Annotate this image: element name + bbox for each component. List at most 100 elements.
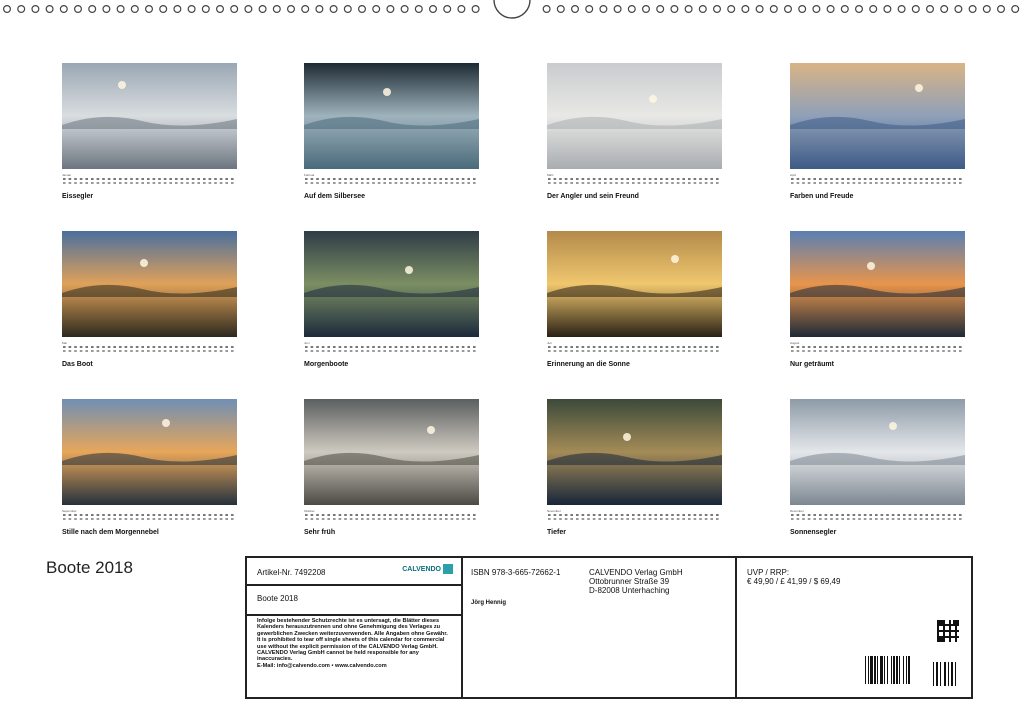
imprint-column-article: Artikel-Nr. 7492208 CALVENDO Boote 2018 …: [247, 558, 463, 697]
day-strip: [548, 514, 719, 520]
author: Jörg Hennig: [471, 600, 507, 606]
binding-hole: [272, 4, 281, 14]
month-page: November Tiefer: [547, 399, 722, 536]
month-page: Februar Auf dem Silbersee: [304, 63, 479, 200]
month-title: Der Angler und sein Freund: [547, 193, 639, 200]
binding-hole: [670, 4, 679, 14]
binding-hole: [542, 4, 551, 14]
binding-hole: [31, 4, 40, 14]
binding-hole: [982, 4, 991, 14]
month-photo: [547, 399, 722, 505]
binding-hole: [244, 4, 253, 14]
binding-hole: [230, 4, 239, 14]
binding-hole: [897, 4, 906, 14]
binding-hole: [656, 4, 665, 14]
month-page: März Der Angler und sein Freund: [547, 63, 722, 200]
binding-hole: [854, 4, 863, 14]
month-label: Juli: [547, 341, 552, 345]
month-label: Januar: [62, 173, 72, 177]
day-strip: [305, 514, 476, 520]
month-title: Tiefer: [547, 529, 566, 536]
binding-hole: [45, 4, 54, 14]
month-photo: [790, 231, 965, 337]
month-label: Dezember: [790, 509, 804, 513]
qr-code-icon: [937, 620, 959, 642]
imprint-column-publisher: ISBN 978-3-665-72662-1 Jörg Hennig CALVE…: [463, 558, 737, 697]
addon-barcode-icon: [933, 662, 956, 686]
binding-hole: [287, 4, 296, 14]
day-strip: [63, 178, 234, 184]
month-page: Juni Morgenboote: [304, 231, 479, 368]
binding-hole: [343, 4, 352, 14]
day-strip: [305, 178, 476, 184]
binding-hole: [1011, 4, 1020, 14]
binding-hole: [741, 4, 750, 14]
month-page: Mai Das Boot: [62, 231, 237, 368]
binding-hole: [641, 4, 650, 14]
month-label: April: [790, 173, 797, 177]
binding-hole: [17, 4, 26, 14]
day-strip: [63, 346, 234, 352]
month-photo: [547, 231, 722, 337]
month-title: Das Boot: [62, 361, 93, 368]
day-strip: [548, 178, 719, 184]
binding-hole: [840, 4, 849, 14]
binding-hole: [59, 4, 68, 14]
binding-hole: [429, 4, 438, 14]
binding-hole: [727, 4, 736, 14]
price: UVP / RRP: € 49,90 / £ 41,99 / $ 69,49: [747, 568, 841, 586]
binding-hole: [585, 4, 594, 14]
month-title: Morgenboote: [304, 361, 349, 368]
imprint-title: Boote 2018: [257, 594, 298, 603]
binding-hole: [826, 4, 835, 14]
day-strip: [791, 178, 962, 184]
month-label: Juni: [304, 341, 310, 345]
legal-notice: Infolge bestehender Schutzrechte ist es …: [257, 618, 448, 669]
month-photo: [304, 399, 479, 505]
isbn: ISBN 978-3-665-72662-1: [471, 568, 561, 577]
binding-hole: [613, 4, 622, 14]
month-photo: [790, 63, 965, 169]
month-photo: [790, 399, 965, 505]
month-page: Juli Erinnerung an die Sonne: [547, 231, 722, 368]
month-page: Oktober Sehr früh: [304, 399, 479, 536]
day-strip: [791, 514, 962, 520]
month-title: Eissegler: [62, 193, 94, 200]
month-title: Nur geträumt: [790, 361, 834, 368]
binding-hole: [712, 4, 721, 14]
imprint-box: Artikel-Nr. 7492208 CALVENDO Boote 2018 …: [245, 556, 973, 699]
month-label: September: [62, 509, 77, 513]
month-title: Erinnerung an die Sonne: [547, 361, 630, 368]
binding-hole: [386, 4, 395, 14]
binding-hole: [940, 4, 949, 14]
month-page: August Nur geträumt: [790, 231, 965, 368]
spiral-binding: [2, 0, 1020, 19]
binding-hole: [2, 4, 12, 14]
binding-hole: [187, 4, 196, 14]
month-title: Auf dem Silbersee: [304, 193, 366, 200]
binding-hole: [443, 4, 452, 14]
binding-hole: [301, 4, 310, 14]
binding-hole: [996, 4, 1005, 14]
binding-hole: [88, 4, 97, 14]
hanger-cutout: [493, 0, 531, 19]
binding-hole: [358, 4, 367, 14]
day-strip: [305, 346, 476, 352]
imprint-column-price: UVP / RRP: € 49,90 / £ 41,99 / $ 69,49: [737, 558, 971, 697]
cover-title: Boote 2018: [46, 558, 133, 577]
binding-hole: [130, 4, 139, 14]
month-photo: [62, 231, 237, 337]
month-photo: [62, 399, 237, 505]
month-page: September Stille nach dem Morgennebel: [62, 399, 237, 536]
month-page: April Farben und Freude: [790, 63, 965, 200]
binding-hole: [372, 4, 381, 14]
binding-hole: [698, 4, 707, 14]
month-title: Sonnensegler: [790, 529, 837, 536]
month-photo: [304, 63, 479, 169]
month-label: August: [790, 341, 800, 345]
binding-hole: [684, 4, 693, 14]
month-title: Sehr früh: [304, 529, 336, 536]
binding-hole: [400, 4, 409, 14]
binding-hole: [556, 4, 565, 14]
month-label: November: [547, 509, 561, 513]
